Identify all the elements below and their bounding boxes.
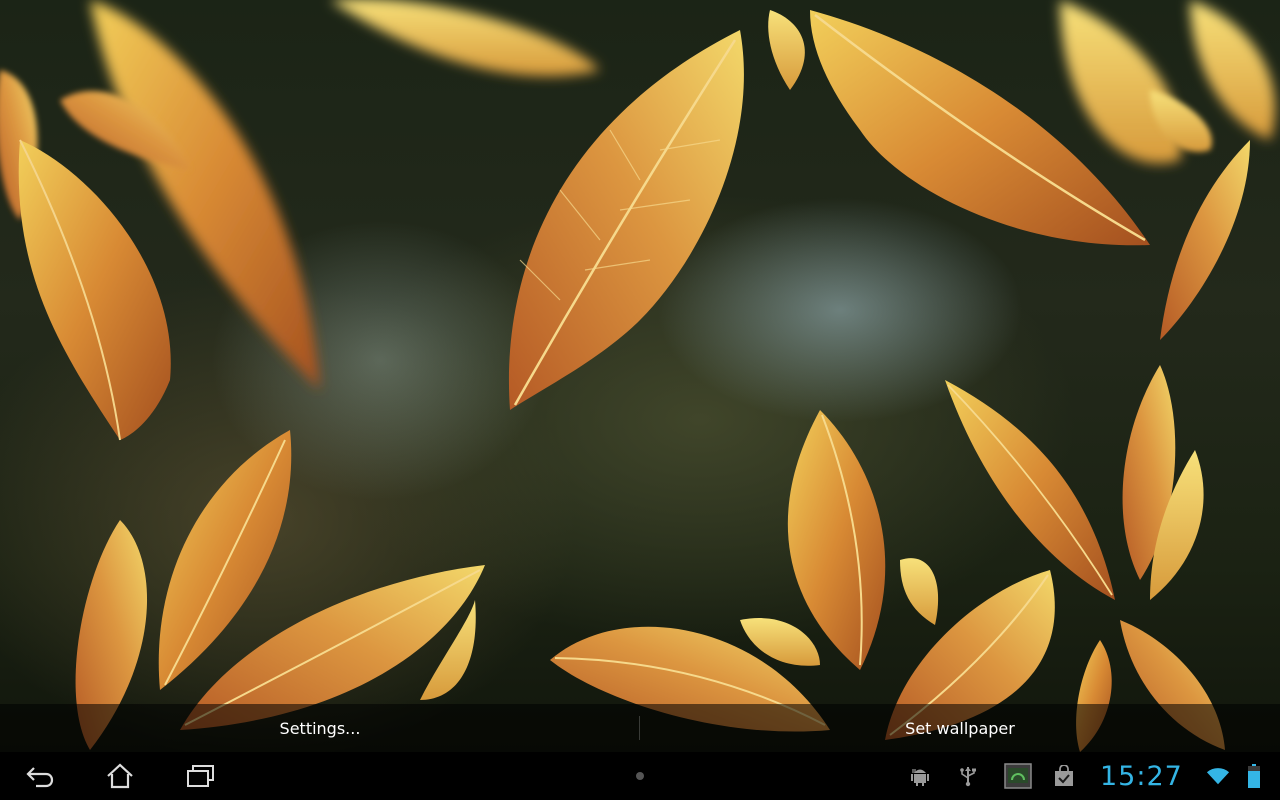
status-clock[interactable]: 15:27 bbox=[1100, 752, 1200, 800]
back-icon bbox=[26, 767, 54, 788]
home-button[interactable] bbox=[80, 752, 160, 800]
usb-icon[interactable] bbox=[956, 764, 980, 788]
wallpaper-preview-actions: Settings... Set wallpaper bbox=[0, 704, 1280, 752]
battery-icon[interactable] bbox=[1246, 764, 1262, 788]
recent-apps-icon bbox=[187, 765, 214, 787]
screenshot-icon[interactable] bbox=[1004, 763, 1032, 789]
live-wallpaper-preview bbox=[0, 0, 1280, 752]
store-bag-icon[interactable] bbox=[1052, 764, 1076, 788]
android-debug-icon[interactable] bbox=[908, 764, 932, 788]
settings-button[interactable]: Settings... bbox=[0, 704, 640, 752]
back-button[interactable] bbox=[0, 752, 80, 800]
wifi-icon[interactable] bbox=[1206, 764, 1230, 788]
system-bar: 15:27 bbox=[0, 752, 1280, 800]
set-wallpaper-button[interactable]: Set wallpaper bbox=[640, 704, 1280, 752]
home-icon bbox=[107, 763, 133, 789]
recent-apps-button[interactable] bbox=[160, 752, 240, 800]
page-indicator-dot bbox=[636, 772, 644, 780]
autumn-leaves-illustration bbox=[0, 0, 1276, 752]
